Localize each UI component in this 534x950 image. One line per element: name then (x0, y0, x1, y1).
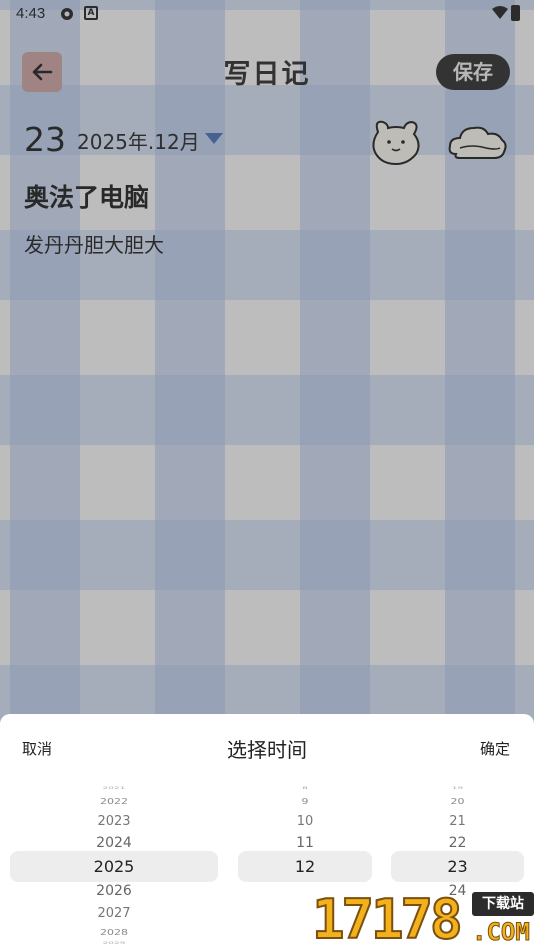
watermark-badge: 下载站 (472, 892, 534, 916)
confirm-button[interactable]: 确定 (480, 738, 510, 759)
month-option[interactable]: 8 (238, 786, 372, 790)
day-option[interactable]: 19 (391, 786, 524, 790)
day-option[interactable]: 20 (391, 797, 524, 806)
watermark-number: 17178 (311, 888, 464, 950)
year-option[interactable]: 2021 (10, 786, 218, 790)
year-option[interactable]: 2027 (10, 906, 218, 921)
picker-title: 选择时间 (227, 738, 307, 762)
day-option-selected[interactable]: 23 (391, 857, 524, 876)
year-option[interactable]: 2029 (10, 941, 218, 945)
year-option[interactable]: 2022 (10, 797, 218, 806)
day-option[interactable]: 22 (391, 835, 524, 851)
month-option[interactable]: 9 (238, 797, 372, 806)
year-option[interactable]: 2024 (10, 835, 218, 851)
watermark-suffix: .COM (472, 918, 531, 947)
watermark-logo: 17178 下载站 .COM (311, 888, 534, 950)
month-option[interactable]: 10 (238, 814, 372, 829)
day-option[interactable]: 21 (391, 814, 524, 829)
year-wheel[interactable]: 2021 2022 2023 2024 2025 2026 2027 2028 … (10, 786, 218, 950)
year-option[interactable]: 2028 (10, 928, 218, 937)
month-option[interactable]: 11 (238, 835, 372, 851)
year-option[interactable]: 2026 (10, 883, 218, 899)
month-option-selected[interactable]: 12 (238, 857, 372, 876)
year-option[interactable]: 2023 (10, 814, 218, 829)
year-option-selected[interactable]: 2025 (10, 857, 218, 876)
